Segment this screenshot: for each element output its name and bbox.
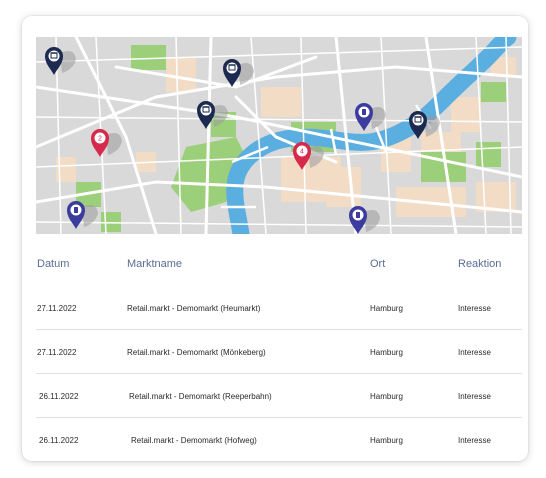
cell-market: Retail.markt - Demomarkt (Reeperbahn) [129,392,272,401]
marker-count-label: 2 [98,136,102,143]
cell-reaction: Interesse [458,348,491,357]
cell-date: 26.11.2022 [39,392,79,401]
fuel-station-icon [356,212,360,218]
table-row[interactable]: 27.11.2022 Retail.markt - Demomarkt (Heu… [36,286,522,330]
marker-count-label: 4 [300,149,304,156]
map-canvas[interactable]: 24 [36,37,522,234]
cell-date: 26.11.2022 [39,436,79,445]
fuel-station-icon [74,207,78,213]
column-header-reaction[interactable]: Reaktion [458,258,501,270]
fuel-station-icon [362,109,366,115]
reactions-card: 24 Datum Marktname Ort Reaktion 27.11.20… [22,16,528,461]
column-header-city[interactable]: Ort [370,258,385,270]
pin-center [412,114,424,126]
market-map[interactable]: 24 [36,37,522,234]
pin-center [48,50,60,62]
pin-center [226,62,238,74]
cell-reaction: Interesse [458,436,491,445]
cell-city: Hamburg [370,348,403,357]
cell-date: 27.11.2022 [37,304,77,313]
cell-market: Retail.markt - Demomarkt (Mönkeberg) [127,348,266,357]
column-header-date[interactable]: Datum [37,258,69,270]
reactions-table: Datum Marktname Ort Reaktion 27.11.2022 … [36,246,522,461]
cell-market: Retail.markt - Demomarkt (Heumarkt) [127,304,261,313]
cell-city: Hamburg [370,392,403,401]
pin-center [200,104,212,116]
table-row[interactable]: 27.11.2022 Retail.markt - Demomarkt (Mön… [36,330,522,374]
cell-reaction: Interesse [458,304,491,313]
column-header-market[interactable]: Marktname [127,258,182,270]
cell-date: 27.11.2022 [37,348,77,357]
cell-city: Hamburg [370,436,403,445]
cell-city: Hamburg [370,304,403,313]
table-row[interactable]: 26.11.2022 Retail.markt - Demomarkt (Ree… [36,374,522,418]
table-header: Datum Marktname Ort Reaktion [36,246,522,286]
cell-reaction: Interesse [458,392,491,401]
cell-market: Retail.markt - Demomarkt (Hofweg) [131,436,257,445]
table-row[interactable]: 26.11.2022 Retail.markt - Demomarkt (Hof… [36,418,522,461]
